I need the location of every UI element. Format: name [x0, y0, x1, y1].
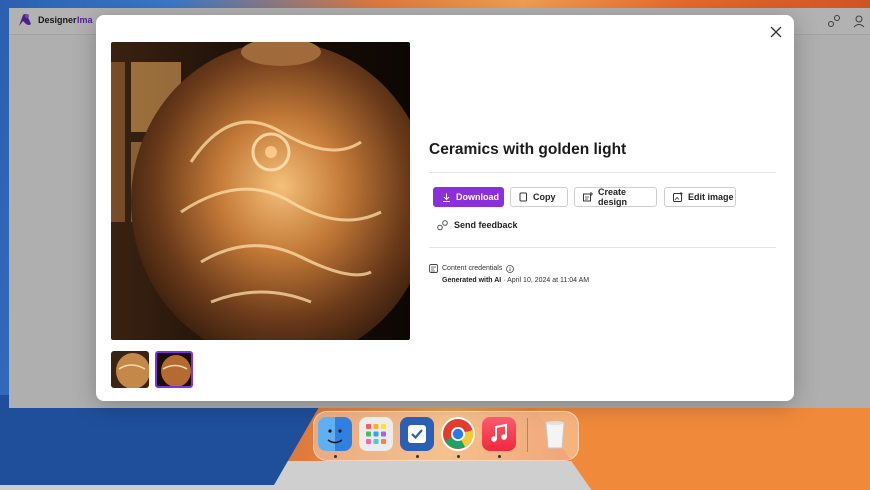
- edit-image-icon: [673, 192, 683, 202]
- create-design-icon: [583, 192, 593, 202]
- copy-label: Copy: [533, 192, 556, 202]
- info-icon[interactable]: [506, 264, 515, 273]
- wallpaper-shape: [0, 395, 326, 485]
- close-icon: [770, 26, 782, 38]
- generated-date: · April 10, 2024 at 11:04 AM: [501, 277, 590, 284]
- macos-dock: [313, 411, 579, 461]
- wallpaper-shape: [528, 400, 870, 490]
- credentials-icon: [429, 264, 438, 273]
- download-label: Download: [456, 192, 499, 202]
- trash-icon[interactable]: [538, 417, 572, 451]
- finder-icon[interactable]: [318, 417, 352, 451]
- running-indicator: [457, 455, 460, 458]
- image-detail-dialog: Ceramics with golden light Download Copy…: [96, 15, 794, 401]
- launchpad-icon[interactable]: [359, 417, 393, 451]
- send-feedback-button[interactable]: Send feedback: [437, 218, 518, 232]
- dock-separator: [527, 418, 528, 452]
- running-indicator: [334, 455, 337, 458]
- running-indicator: [416, 455, 419, 458]
- thumbnail-1[interactable]: [111, 351, 149, 388]
- create-design-button[interactable]: Create design: [574, 187, 657, 207]
- download-icon: [443, 193, 450, 202]
- copy-button[interactable]: Copy: [510, 187, 568, 207]
- divider: [429, 247, 776, 248]
- edit-image-button[interactable]: Edit image: [664, 187, 736, 207]
- create-design-label: Create design: [598, 187, 628, 207]
- content-credentials-label: Content credentials: [442, 265, 503, 272]
- divider: [429, 172, 776, 173]
- chrome-icon[interactable]: [441, 417, 475, 451]
- credentials-detail: Generated with AI · April 10, 2024 at 11…: [442, 277, 589, 284]
- generated-image: [111, 42, 410, 340]
- send-feedback-label: Send feedback: [454, 220, 518, 230]
- feedback-icon: [437, 219, 448, 230]
- image-title: Ceramics with golden light: [429, 141, 627, 158]
- close-button[interactable]: [767, 23, 785, 41]
- download-button[interactable]: Download: [433, 187, 504, 207]
- generated-with-ai: Generated with AI: [442, 277, 502, 284]
- copy-icon: [519, 192, 527, 202]
- content-credentials: Content credentials: [429, 264, 515, 273]
- running-indicator: [498, 455, 501, 458]
- thumbnail-2-selected[interactable]: [155, 351, 193, 388]
- music-icon[interactable]: [482, 417, 516, 451]
- edit-image-label: Edit image: [688, 192, 734, 202]
- tasks-icon[interactable]: [400, 417, 434, 451]
